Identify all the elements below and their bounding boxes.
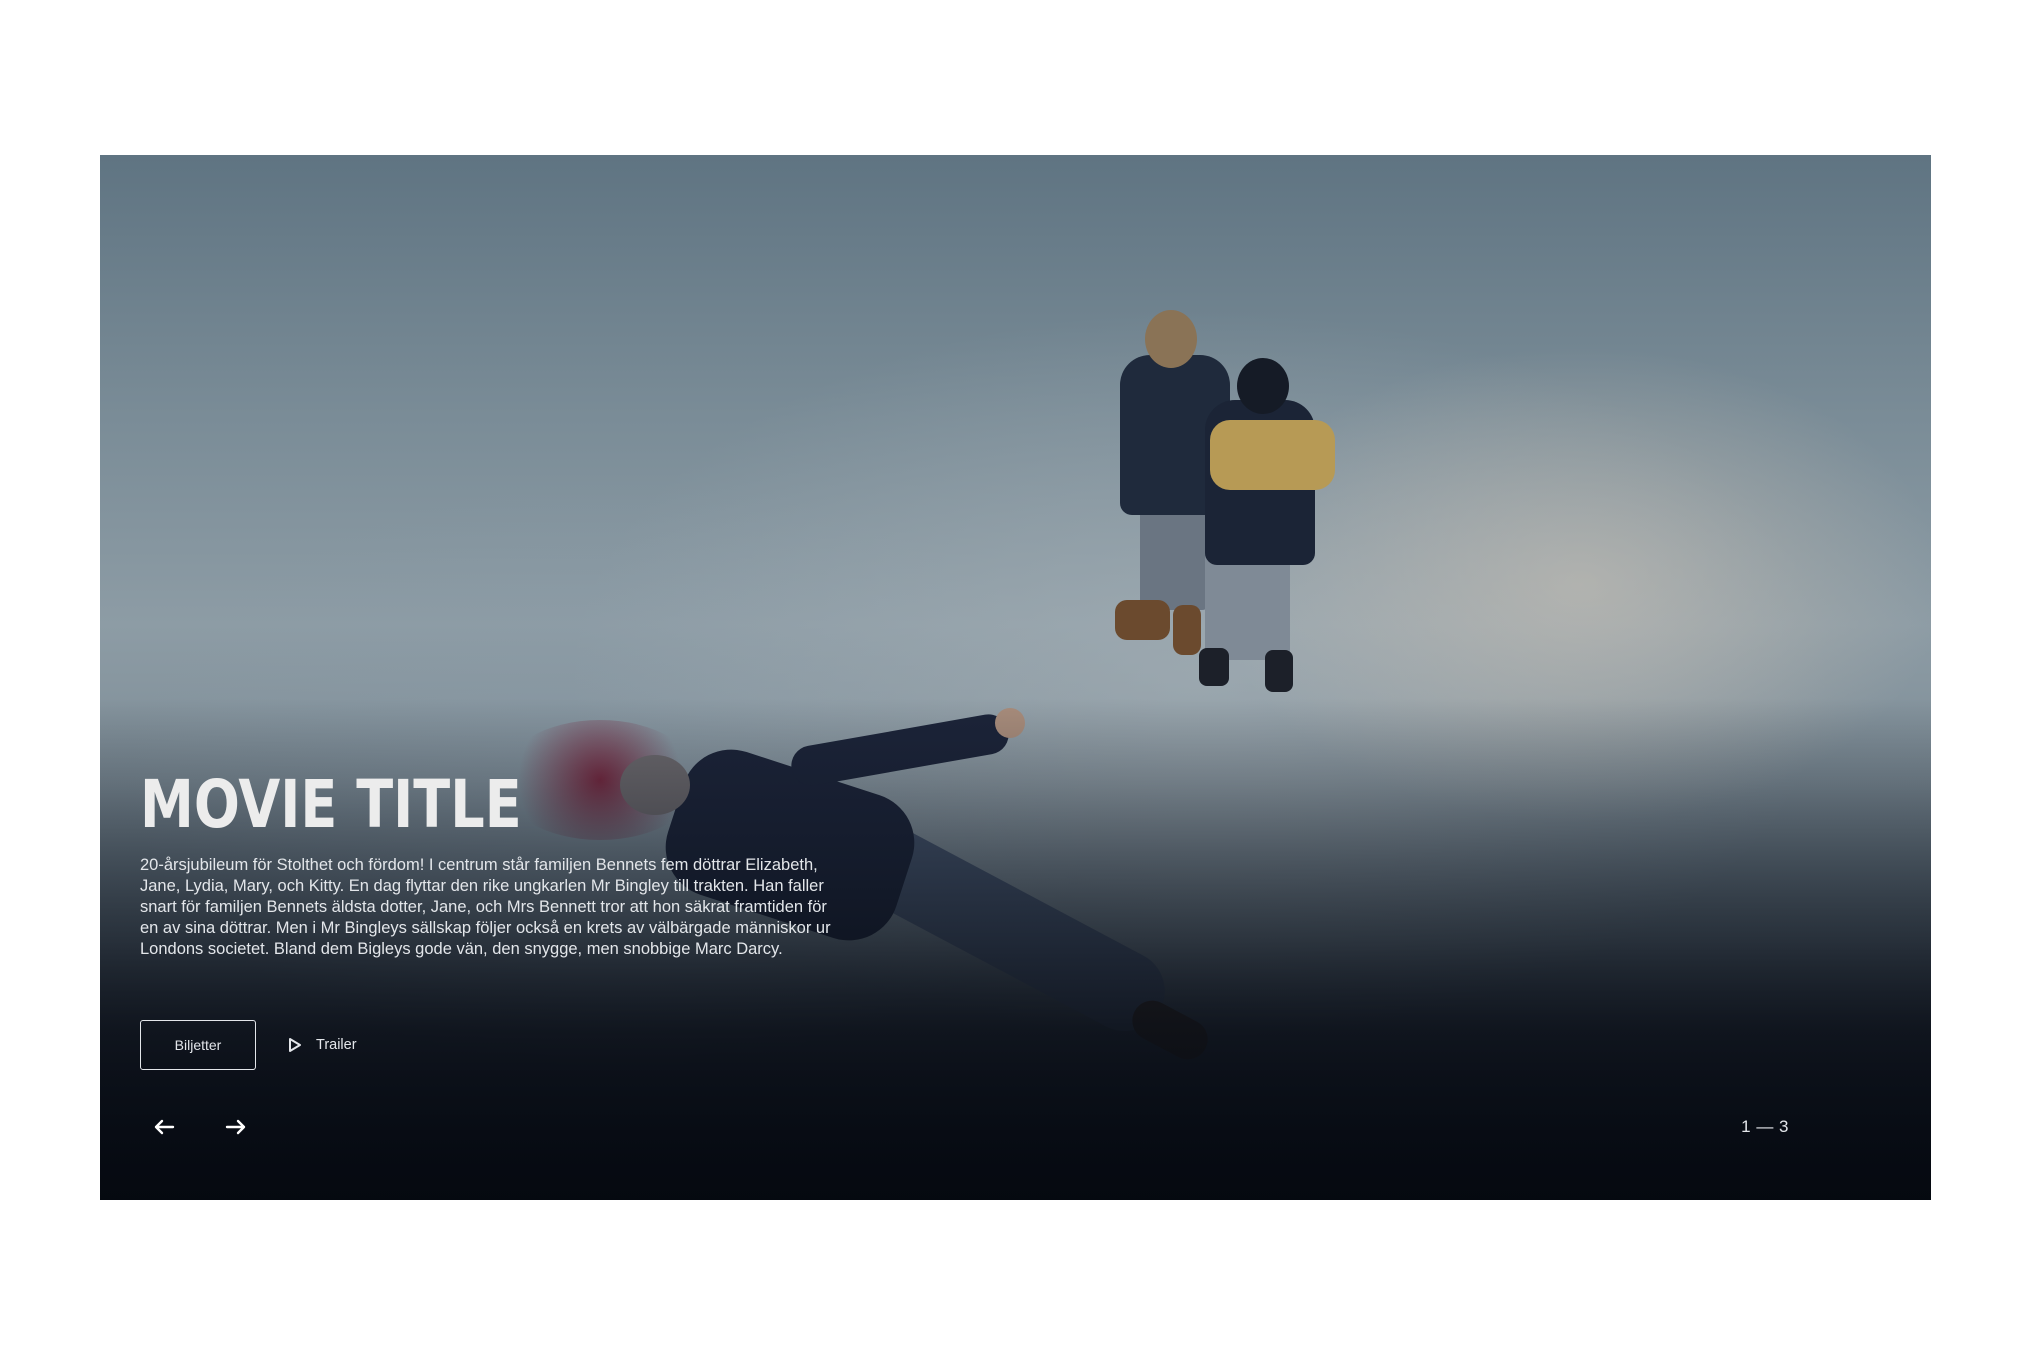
arrow-left-icon bbox=[154, 1119, 175, 1135]
next-slide-button[interactable] bbox=[224, 1115, 248, 1139]
tickets-button[interactable]: Biljetter bbox=[140, 1020, 256, 1070]
slide-counter: 1 — 3 bbox=[1741, 1117, 1789, 1136]
arrow-right-icon bbox=[225, 1119, 246, 1135]
previous-slide-button[interactable] bbox=[152, 1115, 176, 1139]
movie-description: 20-årsjubileum för Stolthet och fördom! … bbox=[140, 856, 831, 958]
play-icon bbox=[289, 1038, 301, 1052]
hero-slider: MOVIE TITLE 20-årsjubileum för Stolthet … bbox=[100, 155, 1931, 1200]
slider-navigation bbox=[152, 1115, 296, 1139]
trailer-button[interactable]: Trailer bbox=[288, 1037, 357, 1053]
hero-gradient-overlay bbox=[100, 155, 1931, 1200]
movie-title: MOVIE TITLE bbox=[140, 766, 522, 843]
hero-actions: Biljetter Trailer bbox=[140, 1020, 357, 1070]
trailer-label: Trailer bbox=[316, 1037, 357, 1053]
hero-content: MOVIE TITLE 20-årsjubileum för Stolthet … bbox=[140, 765, 860, 960]
